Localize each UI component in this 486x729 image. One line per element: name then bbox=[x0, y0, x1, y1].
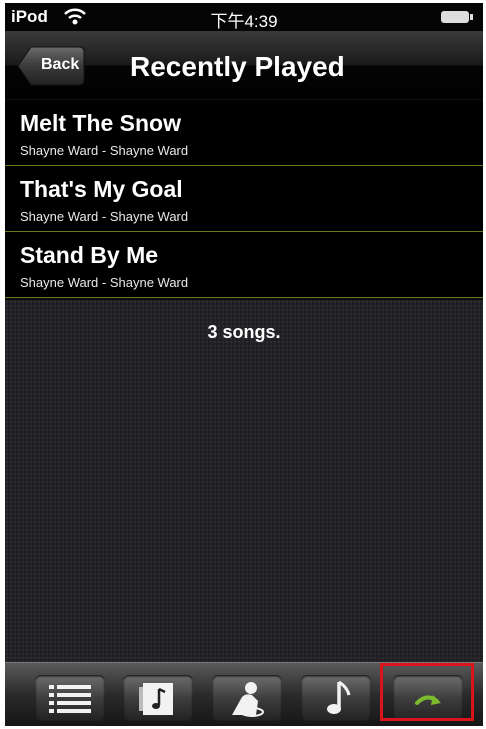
status-time: 下午4:39 bbox=[210, 12, 278, 31]
status-bar: iPod 下午4:39 bbox=[5, 3, 483, 31]
battery-icon bbox=[441, 11, 469, 23]
back-button-label: Back bbox=[41, 56, 80, 73]
album-button[interactable] bbox=[123, 675, 193, 721]
battery-tip bbox=[470, 14, 473, 20]
song-title: Stand By Me bbox=[20, 242, 159, 268]
list-item[interactable]: Melt The Snow Shayne Ward - Shayne Ward bbox=[5, 100, 483, 166]
back-button[interactable]: Back bbox=[17, 46, 85, 86]
page-title: Recently Played bbox=[130, 51, 345, 82]
list-icon bbox=[49, 685, 91, 713]
list-item[interactable]: Stand By Me Shayne Ward - Shayne Ward bbox=[5, 232, 483, 298]
song-artist-album: Shayne Ward - Shayne Ward bbox=[20, 275, 189, 290]
ipod-screen: iPod 下午4:39 Back Recently Played Melt Th… bbox=[5, 3, 483, 726]
album-icon bbox=[139, 683, 173, 715]
song-artist-album: Shayne Ward - Shayne Ward bbox=[20, 143, 189, 158]
song-title: Melt The Snow bbox=[20, 110, 181, 136]
navigation-bar: Back Recently Played bbox=[5, 31, 483, 100]
song-count-label: 3 songs. bbox=[207, 322, 281, 342]
songs-button[interactable] bbox=[301, 675, 371, 721]
list-item[interactable]: That's My Goal Shayne Ward - Shayne Ward bbox=[5, 166, 483, 232]
music-note-icon bbox=[327, 680, 351, 714]
list-background bbox=[5, 300, 483, 662]
song-artist-album: Shayne Ward - Shayne Ward bbox=[20, 209, 189, 224]
song-list: Melt The Snow Shayne Ward - Shayne Ward … bbox=[5, 100, 483, 298]
artist-icon bbox=[232, 682, 264, 717]
list-button[interactable] bbox=[35, 675, 105, 721]
song-title: That's My Goal bbox=[20, 176, 183, 202]
highlight-box bbox=[380, 663, 474, 721]
artist-button[interactable] bbox=[212, 675, 282, 721]
